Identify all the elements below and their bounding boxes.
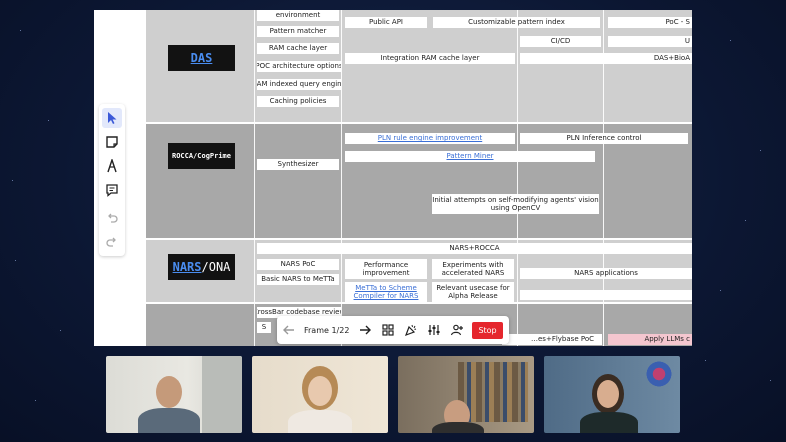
sticky-note[interactable]: RAM cache layer bbox=[257, 43, 339, 54]
rocca-logo: ROCCA/CogPrime bbox=[168, 143, 235, 169]
frame-counter: Frame 1/22 bbox=[304, 325, 350, 335]
select-tool-button[interactable] bbox=[102, 108, 122, 128]
sticky-note[interactable]: Relevant usecase for Alpha Release bbox=[432, 282, 514, 302]
participant-face bbox=[308, 376, 332, 406]
sticky-note[interactable]: Synthesizer bbox=[257, 159, 339, 170]
sticky-note[interactable]: Basic NARS to MeTTa bbox=[257, 274, 339, 285]
previous-frame-button[interactable] bbox=[278, 319, 300, 341]
das-logo[interactable]: DAS bbox=[168, 45, 235, 71]
participant-body bbox=[432, 422, 484, 433]
grid-icon bbox=[382, 324, 395, 336]
das-logo-text: DAS bbox=[190, 51, 213, 65]
sticky-note[interactable]: DAS+BioA bbox=[520, 53, 692, 64]
stop-presenting-button[interactable]: Stop bbox=[472, 321, 503, 339]
participant-video-tile[interactable] bbox=[106, 356, 242, 433]
redo-icon bbox=[106, 237, 116, 247]
invite-person-button[interactable] bbox=[446, 319, 468, 341]
rocca-logo-text: ROCCA/CogPrime bbox=[171, 152, 231, 160]
settings-sliders-button[interactable] bbox=[423, 319, 445, 341]
sticky-note[interactable]: Apply LLMs c bbox=[608, 334, 692, 345]
participant-body bbox=[580, 412, 638, 433]
sticky-note[interactable]: Public API bbox=[345, 17, 427, 28]
comment-icon bbox=[106, 184, 118, 197]
column-divider bbox=[517, 10, 518, 346]
window-background bbox=[202, 356, 242, 433]
sticky-note-link[interactable]: PLN rule engine improvement bbox=[345, 133, 515, 144]
row-divider bbox=[146, 238, 692, 240]
sticky-note-tool-button[interactable] bbox=[102, 132, 122, 152]
sticky-note[interactable]: NARS PoC bbox=[257, 259, 339, 270]
comment-tool-button[interactable] bbox=[102, 180, 122, 200]
sticky-note[interactable]: …es+Flybase PoC bbox=[502, 334, 602, 345]
tool-palette bbox=[99, 104, 125, 256]
undo-icon bbox=[108, 213, 118, 223]
participant-video-tile[interactable] bbox=[252, 356, 388, 433]
row-divider bbox=[146, 302, 692, 304]
sticky-note[interactable]: S bbox=[257, 322, 271, 333]
sticky-note[interactable]: Customizable pattern index bbox=[433, 17, 600, 28]
shared-whiteboard[interactable]: DAS ROCCA/CogPrime NARS/ONA environment … bbox=[94, 10, 692, 346]
pen-tool-button[interactable] bbox=[102, 156, 122, 176]
sticky-note[interactable]: Caching policies bbox=[257, 96, 339, 107]
sticky-note[interactable]: CI/CD bbox=[520, 36, 601, 47]
arrow-right-icon bbox=[360, 325, 372, 335]
wall-decoration bbox=[644, 360, 674, 388]
column-divider bbox=[254, 10, 255, 346]
sticky-note[interactable] bbox=[520, 290, 692, 300]
sticky-note[interactable]: PLN Inference control bbox=[520, 133, 688, 144]
participant-body bbox=[288, 410, 352, 433]
add-person-icon bbox=[451, 324, 464, 336]
nars-logo-suffix: /ONA bbox=[201, 260, 231, 274]
pen-icon bbox=[107, 159, 117, 173]
sliders-icon bbox=[428, 325, 440, 335]
redo-button[interactable] bbox=[102, 232, 122, 252]
sticky-note[interactable]: Pattern matcher bbox=[257, 26, 339, 37]
sticky-note[interactable]: NARS applications bbox=[520, 268, 692, 279]
sticky-note[interactable]: Experiments with accelerated NARS bbox=[432, 259, 514, 279]
next-frame-button[interactable] bbox=[354, 319, 376, 341]
sticky-note[interactable]: Performance improvement bbox=[345, 259, 427, 279]
column-divider bbox=[341, 10, 342, 346]
sticky-note[interactable]: RAM indexed query engine bbox=[257, 79, 341, 90]
sticky-note[interactable]: Initial attempts on self-modifying agent… bbox=[432, 194, 599, 214]
sticky-note[interactable]: POC architecture options bbox=[257, 61, 341, 72]
celebrate-icon bbox=[405, 324, 417, 337]
row-divider bbox=[146, 122, 692, 124]
participant-avatar bbox=[597, 380, 619, 408]
arrow-left-icon bbox=[283, 325, 294, 335]
sticky-note[interactable]: Integration RAM cache layer bbox=[345, 53, 515, 64]
nars-logo-link[interactable]: NARS bbox=[173, 260, 202, 274]
participant-avatar bbox=[156, 376, 182, 408]
participant-video-tile[interactable] bbox=[544, 356, 680, 433]
sticky-note-link[interactable]: Pattern Miner bbox=[345, 151, 595, 162]
undo-button[interactable] bbox=[102, 208, 122, 228]
nars-logo[interactable]: NARS/ONA bbox=[168, 254, 235, 280]
sticky-note[interactable]: NARS+ROCCA bbox=[257, 243, 692, 254]
sticky-note[interactable]: environment bbox=[257, 10, 339, 21]
sticky-note-link[interactable]: MeTTa to Scheme Compiler for NARS bbox=[345, 282, 427, 302]
cursor-icon bbox=[108, 112, 117, 124]
participant-video-tile[interactable] bbox=[398, 356, 534, 433]
frame-navigation-bar: Frame 1/22 Stop bbox=[277, 316, 509, 344]
participant-body bbox=[138, 408, 200, 433]
reactions-button[interactable] bbox=[400, 319, 422, 341]
sticky-note-icon bbox=[106, 136, 118, 148]
frames-grid-button[interactable] bbox=[377, 319, 399, 341]
sticky-note[interactable]: U bbox=[608, 36, 692, 47]
sticky-note[interactable]: PoC - S bbox=[608, 17, 692, 28]
